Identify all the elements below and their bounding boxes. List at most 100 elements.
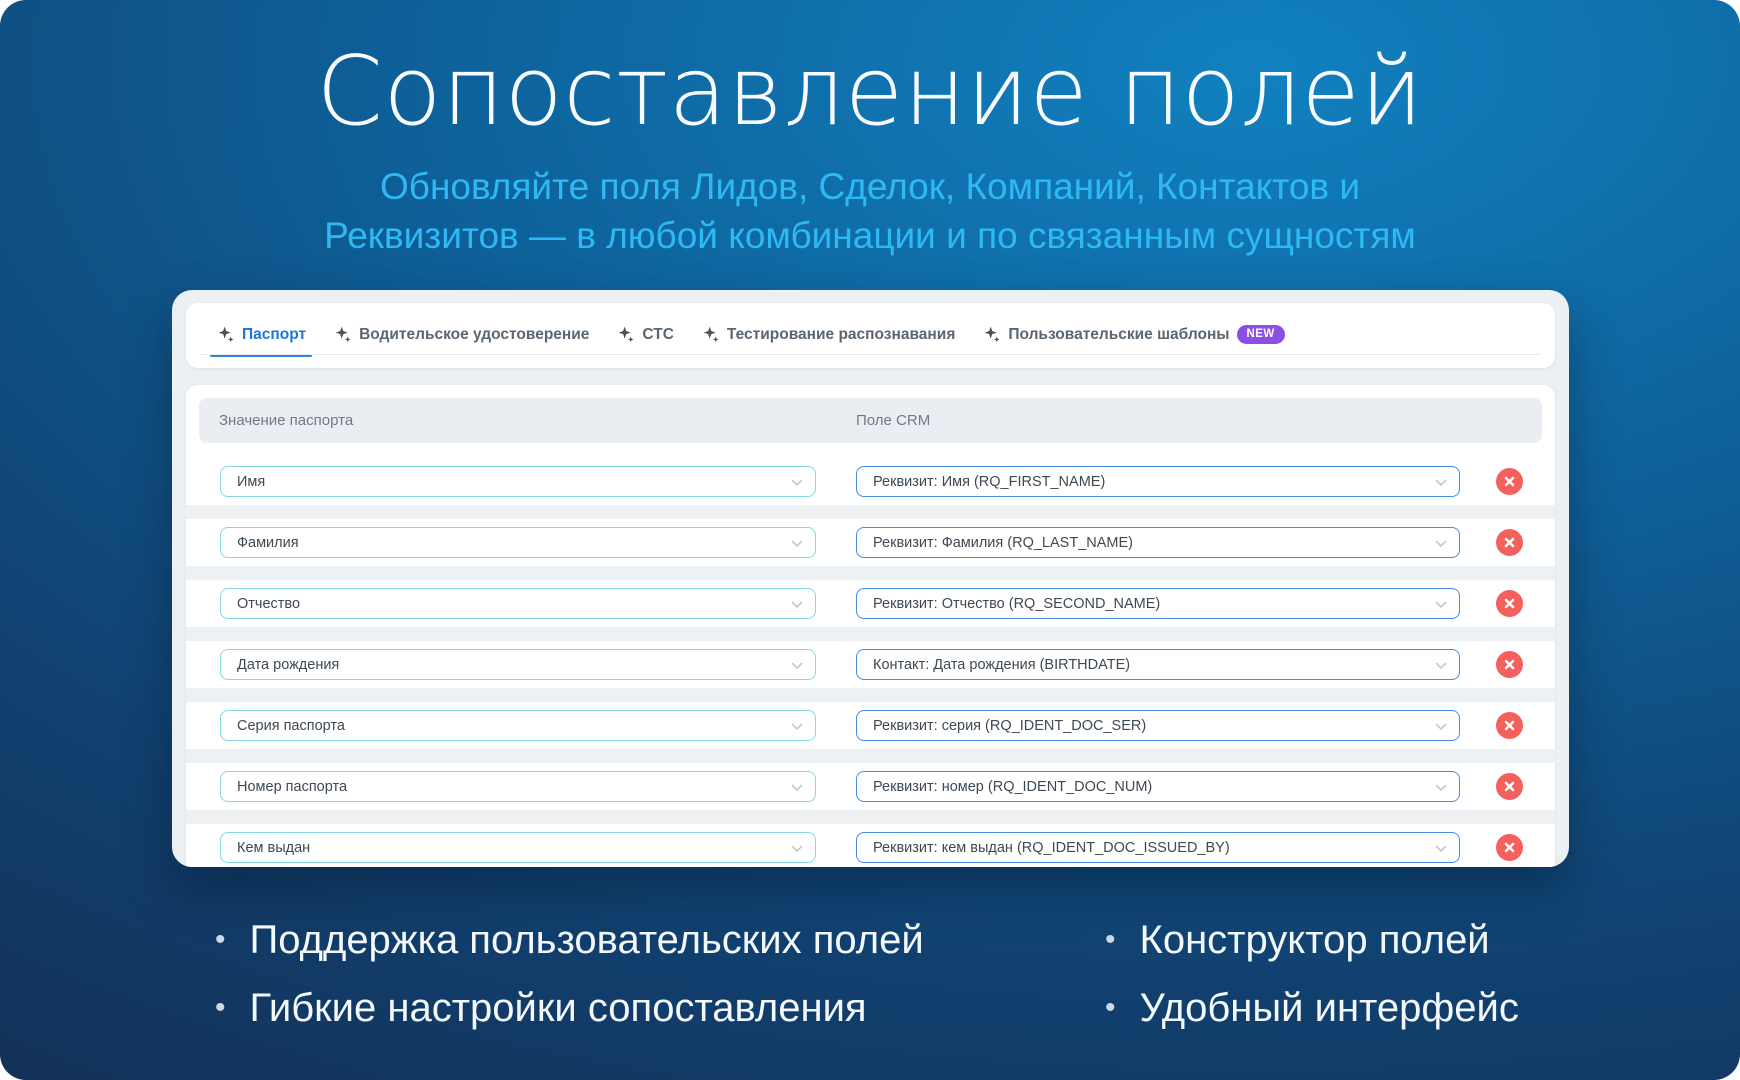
mapping-row: Фамилия Реквизит: Фамилия (RQ_LAST_NAME): [186, 519, 1555, 566]
row-separator: [186, 566, 1555, 580]
chevron-down-icon: [791, 601, 803, 609]
passport-field-value: Серия паспорта: [237, 718, 345, 734]
passport-field-select[interactable]: Имя: [220, 466, 816, 497]
row-separator: [186, 505, 1555, 519]
crm-field-select[interactable]: Реквизит: Фамилия (RQ_LAST_NAME): [856, 527, 1460, 558]
feature-list-right: • Конструктор полей • Удобный интерфейс: [1105, 906, 1519, 1042]
row-separator: [186, 688, 1555, 702]
delete-row-button[interactable]: [1496, 834, 1523, 861]
delete-x-icon: [1503, 536, 1516, 549]
row-separator: [186, 749, 1555, 763]
new-badge: NEW: [1237, 325, 1285, 344]
delete-row-button[interactable]: [1496, 590, 1523, 617]
chevron-down-icon: [1435, 662, 1447, 670]
passport-field-select[interactable]: Дата рождения: [220, 649, 816, 680]
mapping-row: Кем выдан Реквизит: кем выдан (RQ_IDENT_…: [186, 824, 1555, 867]
tab-label: Тестирование распознавания: [727, 326, 955, 344]
feature-text: Гибкие настройки сопоставления: [250, 986, 867, 1031]
page-title: Сопоставление полей: [0, 40, 1740, 145]
bullet-icon: •: [215, 925, 226, 955]
feature-item: • Удобный интерфейс: [1105, 974, 1519, 1042]
chevron-down-icon: [791, 784, 803, 792]
delete-row-button[interactable]: [1496, 468, 1523, 495]
passport-field-value: Отчество: [237, 596, 300, 612]
chevron-down-icon: [791, 540, 803, 548]
delete-x-icon: [1503, 841, 1516, 854]
delete-row-button[interactable]: [1496, 773, 1523, 800]
passport-field-select[interactable]: Кем выдан: [220, 832, 816, 863]
subtitle-line-2: Реквизитов — в любой комбинации и по свя…: [0, 211, 1740, 260]
column-header-passport: Значение паспорта: [219, 412, 353, 429]
crm-field-select[interactable]: Контакт: Дата рождения (BIRTHDATE): [856, 649, 1460, 680]
sparkles-icon: [701, 325, 720, 344]
passport-field-value: Фамилия: [237, 535, 299, 551]
tab-5[interactable]: Пользовательские шаблоны NEW: [982, 325, 1284, 344]
crm-field-select[interactable]: Реквизит: серия (RQ_IDENT_DOC_SER): [856, 710, 1460, 741]
tab-label: Пользовательские шаблоны: [1008, 326, 1229, 344]
passport-field-value: Номер паспорта: [237, 779, 347, 795]
chevron-down-icon: [1435, 723, 1447, 731]
passport-field-select[interactable]: Номер паспорта: [220, 771, 816, 802]
tab-bar-card: Паспорт Водительское удостоверение СТС: [186, 303, 1555, 368]
crm-field-select[interactable]: Реквизит: Имя (RQ_FIRST_NAME): [856, 466, 1460, 497]
crm-field-select[interactable]: Реквизит: кем выдан (RQ_IDENT_DOC_ISSUED…: [856, 832, 1460, 863]
tab-bar: Паспорт Водительское удостоверение СТС: [216, 315, 1285, 354]
delete-x-icon: [1503, 658, 1516, 671]
mapping-row: Отчество Реквизит: Отчество (RQ_SECOND_N…: [186, 580, 1555, 627]
mapping-row: Серия паспорта Реквизит: серия (RQ_IDENT…: [186, 702, 1555, 749]
tab-3[interactable]: СТС: [616, 325, 673, 344]
table-header: Значение паспорта Поле CRM: [199, 398, 1542, 443]
delete-x-icon: [1503, 475, 1516, 488]
delete-x-icon: [1503, 719, 1516, 732]
crm-field-value: Контакт: Дата рождения (BIRTHDATE): [873, 657, 1130, 673]
passport-field-value: Кем выдан: [237, 840, 310, 856]
delete-row-button[interactable]: [1496, 529, 1523, 556]
mapping-row: Дата рождения Контакт: Дата рождения (BI…: [186, 641, 1555, 688]
tab-1[interactable]: Паспорт: [216, 325, 306, 344]
sparkles-icon: [616, 325, 635, 344]
tab-label: Паспорт: [242, 326, 306, 344]
feature-list-left: • Поддержка пользовательских полей • Гиб…: [215, 906, 924, 1042]
row-separator: [186, 627, 1555, 641]
page-subtitle: Обновляйте поля Лидов, Сделок, Компаний,…: [0, 162, 1740, 260]
feature-item: • Конструктор полей: [1105, 906, 1519, 974]
table-body: Имя Реквизит: Имя (RQ_FIRST_NAME) Фамили…: [186, 443, 1555, 867]
chevron-down-icon: [1435, 601, 1447, 609]
passport-field-value: Имя: [237, 474, 265, 490]
delete-x-icon: [1503, 780, 1516, 793]
feature-item: • Поддержка пользовательских полей: [215, 906, 924, 974]
passport-field-select[interactable]: Отчество: [220, 588, 816, 619]
delete-row-button[interactable]: [1496, 712, 1523, 739]
chevron-down-icon: [1435, 540, 1447, 548]
tab-label: Водительское удостоверение: [359, 326, 589, 344]
bullet-icon: •: [215, 993, 226, 1023]
crm-field-value: Реквизит: Отчество (RQ_SECOND_NAME): [873, 596, 1160, 612]
row-separator: [186, 810, 1555, 824]
bullet-icon: •: [1105, 993, 1116, 1023]
crm-field-value: Реквизит: Имя (RQ_FIRST_NAME): [873, 474, 1105, 490]
sparkles-icon: [982, 325, 1001, 344]
tab-label: СТС: [642, 326, 673, 344]
tab-2[interactable]: Водительское удостоверение: [333, 325, 589, 344]
chevron-down-icon: [1435, 845, 1447, 853]
crm-field-value: Реквизит: Фамилия (RQ_LAST_NAME): [873, 535, 1133, 551]
chevron-down-icon: [1435, 784, 1447, 792]
mapping-table-card: Значение паспорта Поле CRM Имя Реквизит:…: [186, 385, 1555, 867]
delete-x-icon: [1503, 597, 1516, 610]
column-header-crm: Поле CRM: [856, 412, 930, 429]
passport-field-select[interactable]: Серия паспорта: [220, 710, 816, 741]
crm-field-value: Реквизит: серия (RQ_IDENT_DOC_SER): [873, 718, 1146, 734]
bullet-icon: •: [1105, 925, 1116, 955]
sparkles-icon: [333, 325, 352, 344]
sparkles-icon: [216, 325, 235, 344]
crm-field-select[interactable]: Реквизит: номер (RQ_IDENT_DOC_NUM): [856, 771, 1460, 802]
tab-4[interactable]: Тестирование распознавания: [701, 325, 955, 344]
crm-field-value: Реквизит: номер (RQ_IDENT_DOC_NUM): [873, 779, 1152, 795]
crm-field-select[interactable]: Реквизит: Отчество (RQ_SECOND_NAME): [856, 588, 1460, 619]
promo-page: Сопоставление полей Обновляйте поля Лидо…: [0, 0, 1740, 1080]
delete-row-button[interactable]: [1496, 651, 1523, 678]
feature-text: Конструктор полей: [1140, 918, 1490, 963]
app-window: Паспорт Водительское удостоверение СТС: [172, 290, 1569, 867]
chevron-down-icon: [1435, 479, 1447, 487]
passport-field-select[interactable]: Фамилия: [220, 527, 816, 558]
